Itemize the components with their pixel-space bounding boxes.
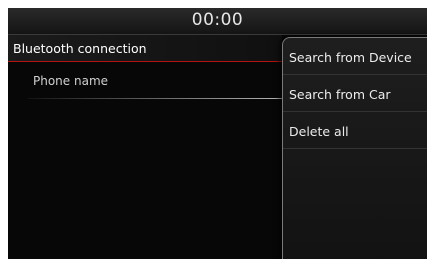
page-title: Bluetooth connection (13, 41, 147, 56)
status-bar: 00:00 (8, 8, 427, 35)
page-header: Bluetooth connection (8, 35, 282, 62)
device-list-item[interactable]: Phone name (8, 62, 282, 99)
menu-item-label: Delete all (289, 124, 349, 139)
list-divider (28, 98, 282, 99)
search-from-car-button[interactable]: Search from Car (283, 75, 427, 112)
device-name-label: Phone name (33, 74, 109, 88)
options-menu-panel: Search from Device Search from Car Delet… (282, 37, 427, 259)
search-from-device-button[interactable]: Search from Device (283, 38, 427, 75)
delete-all-button[interactable]: Delete all (283, 112, 427, 149)
menu-item-label: Search from Car (289, 87, 391, 102)
clock: 00:00 (191, 10, 244, 30)
infotainment-screen: 00:00 Bluetooth connection Phone name Se… (8, 8, 427, 259)
menu-item-label: Search from Device (289, 50, 412, 65)
